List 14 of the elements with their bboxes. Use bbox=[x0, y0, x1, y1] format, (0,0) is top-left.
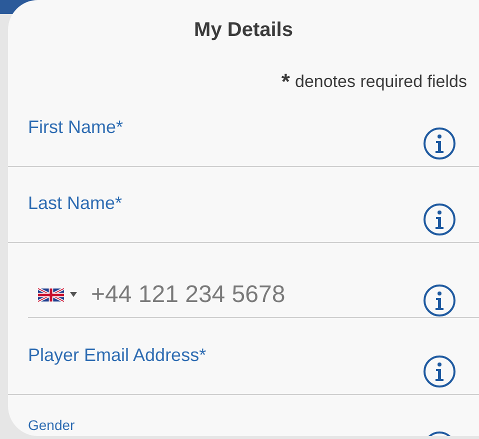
phone-field[interactable]: +44 121 234 5678 bbox=[28, 243, 479, 318]
input-field[interactable]: First Name* bbox=[8, 91, 479, 167]
flag-icon bbox=[38, 288, 64, 302]
info-button[interactable] bbox=[423, 355, 456, 388]
dialog-title: My Details bbox=[193, 18, 294, 43]
info-button[interactable] bbox=[423, 203, 456, 236]
info-button[interactable] bbox=[423, 127, 456, 160]
caret-icon bbox=[70, 292, 77, 297]
input-field[interactable]: Player Email Address* bbox=[8, 319, 479, 395]
select-field[interactable]: Gender bbox=[8, 395, 479, 436]
phone-input[interactable]: +44 121 234 5678 bbox=[91, 280, 423, 308]
input-field[interactable]: Last Name* bbox=[8, 167, 479, 243]
info-button[interactable] bbox=[423, 284, 456, 317]
country-select[interactable] bbox=[38, 288, 77, 302]
